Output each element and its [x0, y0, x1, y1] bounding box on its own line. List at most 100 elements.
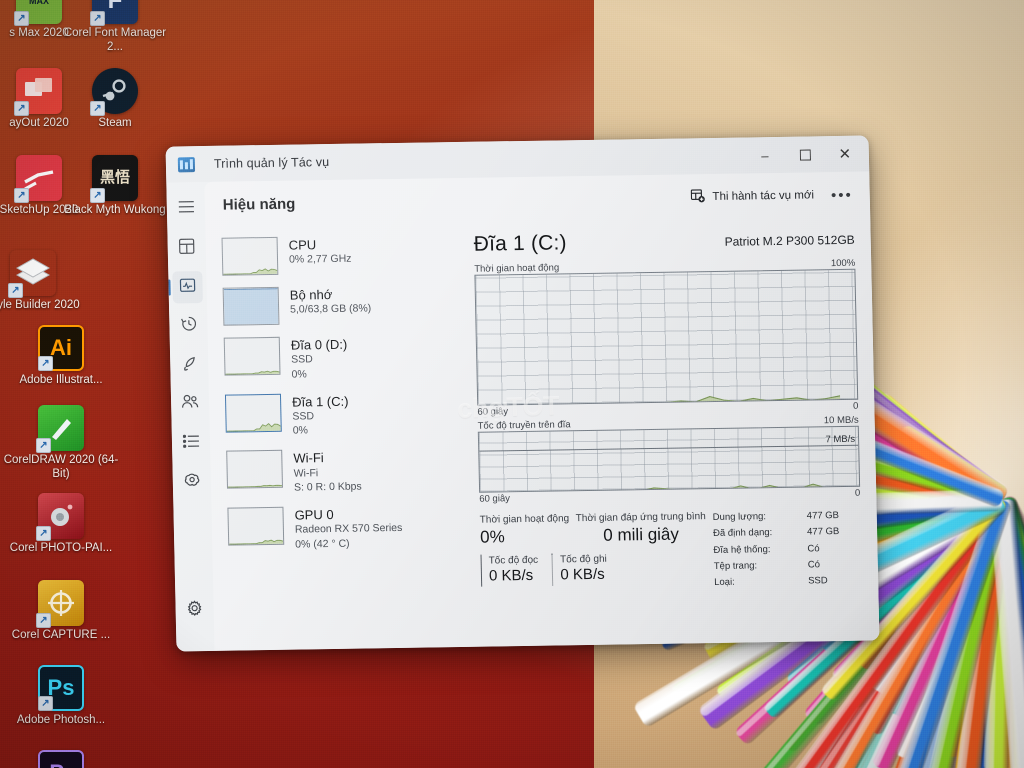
task-manager-icon: [177, 156, 196, 172]
resource-text: GPU 0 Radeon RX 570 Series 0% (42 ° C): [294, 505, 402, 551]
resource-text: Đĩa 1 (C:) SSD 0%: [292, 392, 349, 438]
detail-header: Đĩa 1 (C:) Patriot M.2 P300 512GB: [473, 228, 855, 256]
disk-properties: Dung lượng: 477 GB Đã định dạng: 477 GB Đĩa …: [709, 508, 861, 592]
desktop-icon-corel-font-manager[interactable]: F ↗ Corel Font Manager 2...: [56, 0, 174, 54]
desktop-icon-style-builder[interactable]: ↗Style Builder 2020: [0, 250, 92, 313]
desktop-icon-label: Style Builder 2020: [0, 299, 80, 311]
sidebar-item-app-history[interactable]: [173, 310, 204, 342]
active-time-graph: [474, 268, 859, 406]
desktop-icon-label: Corel Font Manager 2...: [63, 27, 167, 53]
disk-property-key: Đĩa hệ thống:: [713, 543, 771, 556]
sidebar-item-processes[interactable]: [171, 232, 202, 264]
resource-thumbnail: [224, 393, 282, 433]
resource-thumbnail: [223, 336, 281, 376]
disk-property-value: Có: [807, 559, 821, 571]
sidebar-item-hamburger[interactable]: [171, 193, 202, 225]
resource-sub1: SSD: [292, 410, 315, 423]
minimize-button[interactable]: –: [744, 137, 785, 174]
disk-property-value: Có: [807, 543, 820, 555]
write-speed-value: 0 KB/s: [560, 565, 605, 584]
desktop-icon-black-myth-wukong[interactable]: 黑悟 ↗ Black Myth Wukong: [56, 155, 174, 218]
disk-property-key: Đã định dạng:: [712, 527, 773, 540]
desktop-icon-adobe-premiere[interactable]: Pr↗Adobe: [2, 750, 120, 768]
detail-model: Patriot M.2 P300 512GB: [724, 232, 855, 249]
sidebar-item-startup-apps[interactable]: [174, 349, 205, 381]
disk-property-value: 477 GB: [806, 526, 840, 538]
read-speed-stat: Tốc độ đọc 0 KB/s: [480, 554, 539, 587]
resource-list[interactable]: CPU 0% 2,77 GHz Bộ nhớ 5,0/63,8 GB (8%) Đĩ…: [205, 224, 474, 651]
resource-sub1: 0% 2,77 GHz: [288, 253, 352, 266]
resource-name: GPU 0: [294, 506, 334, 523]
resource-item-a-1-c[interactable]: Đĩa 1 (C:) SSD 0%: [224, 391, 470, 439]
window-title: Trình quản lý Tác vụ: [213, 155, 330, 171]
performance-pulse-icon: [179, 277, 196, 298]
gear-icon: [186, 599, 202, 621]
sidebar-item-services[interactable]: [177, 466, 208, 498]
close-button[interactable]: ✕: [824, 136, 865, 173]
services-gear-cloud-icon: [183, 471, 200, 493]
task-manager-window[interactable]: Trình quản lý Tác vụ – ✕ Hiệu năng Thi h…: [165, 135, 880, 652]
more-options-button[interactable]: •••: [828, 186, 856, 203]
stats-area: Thời gian hoạt động 0% Thời gian đáp ứng…: [480, 508, 863, 596]
corel-photo-paint-icon: ↗: [36, 493, 84, 541]
resource-name: Bộ nhớ: [289, 286, 333, 303]
resource-sub1: 5,0/63,8 GB (8%): [289, 302, 372, 316]
response-time-stat: Thời gian đáp ứng trung bình 0 mili giây: [576, 510, 707, 546]
corel-capture-icon: ↗: [36, 580, 84, 628]
shortcut-arrow-icon: ↗: [14, 11, 29, 26]
transfer-rate-xlabel: 60 giây: [479, 493, 511, 505]
resource-item-gpu-0[interactable]: GPU 0 Radeon RX 570 Series 0% (42 ° C): [227, 504, 472, 552]
new-task-label: Thi hành tác vụ mới: [712, 189, 815, 203]
response-time-stat-label: Thời gian đáp ứng trung bình: [575, 511, 706, 525]
hamburger-icon: [177, 200, 194, 218]
desktop-icon-steam[interactable]: ↗ Steam: [56, 68, 174, 131]
read-speed-value: 0 KB/s: [488, 567, 534, 585]
adobe-premiere-icon: Pr↗: [38, 750, 84, 768]
resource-item-cpu[interactable]: CPU 0% 2,77 GHz: [221, 234, 467, 276]
sidebar-item-performance[interactable]: [172, 271, 203, 304]
write-speed-stat: Tốc độ ghi 0 KB/s: [551, 552, 608, 586]
shortcut-arrow-icon: ↗: [90, 11, 105, 26]
content-pane: Hiệu năng Thi hành tác vụ mới ••• CPU 0%…: [204, 171, 880, 651]
resource-item-b-nh[interactable]: Bộ nhớ 5,0/63,8 GB (8%): [222, 284, 468, 326]
sidebar-item-settings[interactable]: [179, 594, 210, 626]
active-time-stat-value: 0%: [479, 527, 505, 547]
active-time-stat: Thời gian hoạt động 0%: [480, 512, 577, 548]
shortcut-arrow-icon: ↗: [38, 356, 53, 371]
resource-sub2: 0%: [292, 424, 309, 437]
write-speed-label: Tốc độ ghi: [560, 553, 607, 566]
shortcut-arrow-icon: ↗: [36, 438, 51, 453]
resource-text: Đĩa 0 (D:) SSD 0%: [291, 336, 348, 382]
transfer-rate-max: 10 MB/s: [823, 414, 859, 427]
resource-sub1: Wi-Fi: [293, 466, 319, 480]
window-controls[interactable]: – ✕: [744, 136, 865, 174]
resource-item-a-0-d[interactable]: Đĩa 0 (D:) SSD 0%: [223, 334, 469, 382]
pane-actions[interactable]: Thi hành tác vụ mới •••: [690, 186, 856, 206]
stats-left: Thời gian hoạt động 0% Thời gian đáp ứng…: [480, 510, 711, 595]
black-myth-wukong-icon: 黑悟 ↗: [90, 155, 138, 203]
desktop-icon-coreldraw[interactable]: ↗ CorelDRAW 2020 (64-Bit): [2, 405, 120, 481]
steam-icon: ↗: [90, 68, 138, 116]
resource-item-wi-fi[interactable]: Wi-Fi Wi-Fi S: 0 R: 0 Kbps: [226, 447, 471, 495]
desktop-icon-label: Corel PHOTO-PAI...: [9, 542, 113, 554]
new-task-button[interactable]: Thi hành tác vụ mới: [690, 187, 814, 206]
desktop-icon-adobe-illustrator[interactable]: Ai ↗ Adobe Illustrat...: [2, 325, 120, 388]
maximize-button[interactable]: [784, 136, 825, 173]
rocket-icon: [181, 355, 197, 376]
resource-name: Đĩa 1 (C:): [291, 393, 349, 410]
resource-name: Đĩa 0 (D:): [290, 336, 348, 353]
desktop-icon-adobe-photoshop[interactable]: Ps ↗ Adobe Photosh...: [2, 665, 120, 728]
processes-grid-icon: [178, 238, 195, 259]
desktop-icon-corel-photo-paint[interactable]: ↗ Corel PHOTO-PAI...: [2, 493, 120, 556]
detail-title: Đĩa 1 (C:): [473, 231, 567, 256]
resource-name: CPU: [288, 237, 317, 253]
sidebar-item-users[interactable]: [175, 388, 206, 420]
shortcut-arrow-icon: ↗: [90, 188, 105, 203]
desktop-icon-corel-capture[interactable]: ↗ Corel CAPTURE ...: [2, 580, 120, 643]
sidebar-item-details[interactable]: [176, 427, 207, 459]
history-clock-icon: [180, 315, 197, 337]
resource-text: CPU 0% 2,77 GHz: [289, 236, 352, 267]
resource-thumbnail: [227, 506, 285, 546]
shortcut-arrow-icon: ↗: [36, 613, 51, 628]
page-title: Hiệu năng: [222, 195, 296, 214]
